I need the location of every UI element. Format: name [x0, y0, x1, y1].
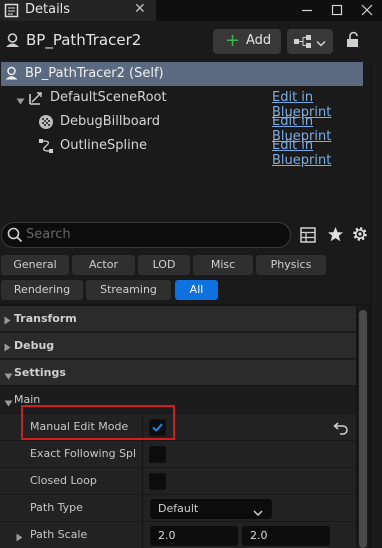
- details-icon: [4, 3, 19, 21]
- reset-to-default-icon[interactable]: [333, 421, 349, 438]
- search-row: Search: [0, 211, 370, 259]
- tree-self-label: BP_PathTracer2 (Self): [25, 66, 164, 81]
- property-path-type: Path Type Default: [0, 494, 356, 522]
- category-misc-button[interactable]: Misc: [193, 255, 253, 275]
- property-label: Path Scale: [30, 528, 88, 541]
- chevron-down-icon: [4, 396, 13, 410]
- actor-icon: [4, 66, 19, 84]
- component-tree: BP_PathTracer2 (Self) DefaultSceneRoot E…: [0, 61, 370, 211]
- property-label: Path Type: [30, 501, 83, 514]
- spline-icon: [38, 138, 54, 157]
- blueprint-hierarchy-icon: [293, 34, 313, 52]
- minimize-icon[interactable]: [292, 0, 322, 21]
- tree-item-label: DefaultSceneRoot: [50, 90, 167, 105]
- tree-item-label: DebugBillboard: [60, 114, 161, 129]
- column-divider[interactable]: [142, 468, 143, 495]
- blueprint-name: BP_PathTracer2: [26, 31, 142, 49]
- category-filter: General Actor LOD Misc Physics Rendering…: [0, 254, 370, 304]
- lock-icon[interactable]: [344, 31, 362, 52]
- input-value: 2.0: [158, 529, 176, 542]
- blueprint-hierarchy-button[interactable]: [287, 29, 333, 54]
- path-type-dropdown[interactable]: Default: [150, 499, 272, 519]
- chevron-right-icon: [4, 314, 11, 328]
- panel-scrollbar[interactable]: [370, 61, 382, 548]
- gear-icon[interactable]: [351, 225, 369, 246]
- tree-row-default-scene-root[interactable]: DefaultSceneRoot Edit in Blueprint: [0, 86, 370, 120]
- search-input[interactable]: Search: [1, 222, 291, 248]
- property-label: Closed Loop: [30, 474, 97, 487]
- chevron-right-icon[interactable]: [16, 531, 23, 545]
- exact-following-checkbox[interactable]: [149, 446, 166, 463]
- property-path-scale: Path Scale 2.0 2.0: [0, 521, 356, 548]
- category-physics-button[interactable]: Physics: [256, 255, 326, 275]
- column-divider[interactable]: [142, 495, 143, 522]
- tree-row-debug-billboard[interactable]: DebugBillboard Edit in Blueprint: [0, 110, 370, 144]
- scene-root-icon: [28, 90, 44, 109]
- column-divider[interactable]: [142, 522, 143, 548]
- input-value: 2.0: [250, 529, 268, 542]
- property-exact-following-spline: Exact Following Spl...: [0, 440, 356, 468]
- path-scale-y-input[interactable]: 2.0: [242, 526, 330, 546]
- tree-item-label: OutlineSpline: [60, 138, 147, 153]
- actor-icon: [4, 32, 21, 52]
- window-close-icon[interactable]: [352, 0, 382, 21]
- section-debug[interactable]: Debug: [0, 333, 356, 359]
- dropdown-value: Default: [158, 502, 199, 515]
- add-component-button[interactable]: + Add: [213, 29, 281, 54]
- section-label: Debug: [14, 339, 55, 352]
- chevron-down-icon: [316, 37, 326, 51]
- chevron-right-icon: [4, 341, 11, 355]
- category-lod-button[interactable]: LOD: [138, 255, 190, 275]
- tree-row-outline-spline[interactable]: OutlineSpline Edit in Blueprint: [0, 134, 370, 168]
- path-scale-x-input[interactable]: 2.0: [150, 526, 238, 546]
- chevron-down-icon[interactable]: [16, 94, 25, 108]
- add-button-label: Add: [246, 33, 272, 48]
- category-rendering-button[interactable]: Rendering: [1, 280, 83, 300]
- property-closed-loop: Closed Loop: [0, 467, 356, 495]
- edit-in-blueprint-link[interactable]: Edit in Blueprint: [272, 138, 370, 168]
- section-label: Transform: [14, 312, 77, 325]
- chevron-down-icon: [4, 369, 13, 383]
- details-header: BP_PathTracer2 + Add: [0, 21, 382, 61]
- category-general-button[interactable]: General: [1, 255, 69, 275]
- section-transform[interactable]: Transform: [0, 306, 356, 332]
- property-scrollbar-thumb[interactable]: [359, 310, 367, 548]
- plus-icon: +: [225, 30, 241, 51]
- highlight-box: [21, 405, 175, 440]
- section-label: Settings: [14, 366, 66, 379]
- tree-row-self[interactable]: BP_PathTracer2 (Self): [1, 62, 363, 86]
- star-icon[interactable]: [327, 226, 344, 246]
- column-divider[interactable]: [142, 441, 143, 468]
- property-label: Exact Following Spl...: [30, 447, 136, 460]
- billboard-icon: [38, 114, 54, 133]
- tab-details[interactable]: Details ✕: [0, 0, 156, 21]
- category-actor-button[interactable]: Actor: [72, 255, 135, 275]
- tab-title: Details: [25, 2, 71, 17]
- tab-close-icon[interactable]: ✕: [134, 1, 146, 17]
- section-settings[interactable]: Settings: [0, 360, 356, 386]
- category-streaming-button[interactable]: Streaming: [86, 280, 171, 300]
- search-placeholder: Search: [26, 227, 71, 242]
- chevron-down-icon: [253, 506, 263, 520]
- property-matrix-icon[interactable]: [300, 227, 316, 246]
- search-icon: [7, 227, 23, 246]
- maximize-icon[interactable]: [322, 0, 352, 21]
- category-all-button[interactable]: All: [175, 280, 218, 300]
- closed-loop-checkbox[interactable]: [149, 473, 166, 490]
